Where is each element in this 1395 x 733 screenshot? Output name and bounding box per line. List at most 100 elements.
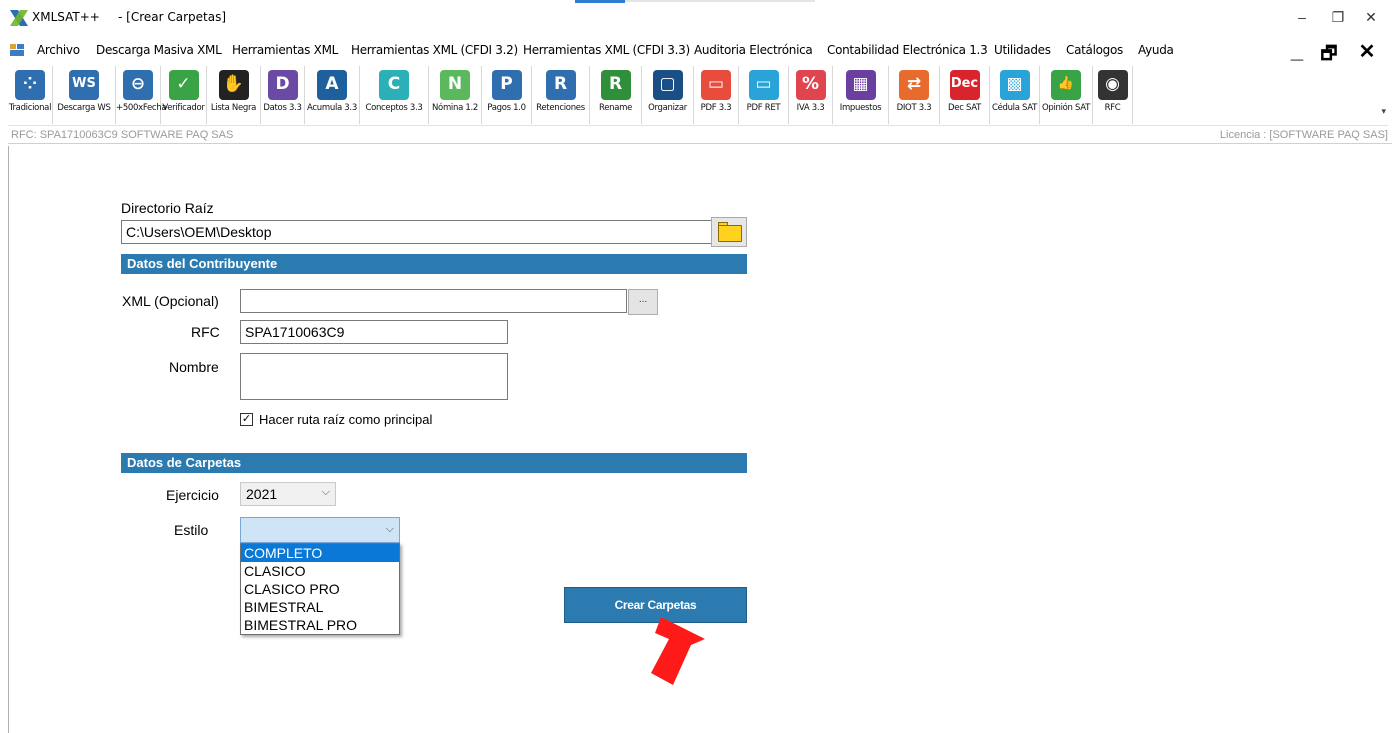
toolbar-overflow-icon[interactable]: ▾ [1381,106,1386,117]
toolbar-button-13[interactable]: ▭ PDF 3.3 [694,66,739,124]
toolbar-button-14[interactable]: ▭ PDF RET [739,66,789,124]
toolbar-button-label: DIOT 3.3 [896,103,932,113]
title-accent-line [625,0,815,2]
pagos-icon: P [491,70,522,100]
toolbar-button-16[interactable]: ▦ Impuestos [833,66,889,124]
hand-icon: ✋ [218,70,249,100]
toolbar-button-17[interactable]: ⇄ DIOT 3.3 [889,66,940,124]
toolbar-button-1[interactable]: WS Descarga WS [53,66,116,124]
menu-auditoria[interactable]: Auditoria Electrónica [694,43,813,57]
toolbar-button-4[interactable]: ✋ Lista Negra [207,66,261,124]
restore-button[interactable]: ❐ [1323,6,1353,28]
toolbar-button-label: Nómina 1.2 [431,103,479,113]
acumula-icon: A [317,70,347,100]
toolbar-button-label: Datos 3.3 [263,103,302,113]
menu-utilidades[interactable]: Utilidades [994,43,1051,57]
grid-icon: ⁘ [15,70,45,100]
title-accent [575,0,625,3]
pdf-icon: ▭ [701,70,731,100]
section-taxpayer: Datos del Contribuyente [121,254,747,274]
crear-carpetas-form: Directorio Raíz C:\Users\OEM\Desktop Dat… [8,146,1392,733]
toolbar-button-5[interactable]: D Datos 3.3 [261,66,305,124]
menu-descarga-masiva[interactable]: Descarga Masiva XML [96,43,222,57]
estilo-option-clasico[interactable]: CLASICO [241,562,399,580]
menu-herramientas-xml[interactable]: Herramientas XML [232,43,338,57]
toolbar-button-label: Impuestos [839,103,882,113]
nombre-input[interactable] [240,353,508,400]
estilo-option-bimestral-pro[interactable]: BIMESTRAL PRO [241,616,399,634]
pdf-ret-icon: ▭ [748,70,779,100]
thumbs-up-icon: 👍 [1051,70,1081,100]
toolbar-button-label: +500xFecha [116,103,167,113]
toolbar-button-7[interactable]: C Conceptos 3.3 [360,66,429,124]
ejercicio-label: Ejercicio [166,487,219,503]
toolbar: ▾ ⁘ Tradicional WS Descarga WS ⊖ +500xFecha ✓ V… [8,66,1388,126]
datos-icon: D [267,70,298,100]
toolbar-button-label: Descarga WS [57,103,111,113]
toolbar-button-label: Acumula 3.3 [307,103,357,113]
toolbar-button-label: Cédula SAT [991,103,1038,113]
menu-bar: Archivo Descarga Masiva XML Herramientas… [0,38,1395,64]
toolbar-button-label: Organizar [648,103,687,113]
handshake-icon: ⇄ [899,70,929,100]
status-license: Licencia : [SOFTWARE PAQ SAS] [1219,129,1388,141]
toolbar-button-2[interactable]: ⊖ +500xFecha [116,66,167,124]
mdi-minimize-button[interactable]: _ [1284,38,1310,64]
root-directory-label: Directorio Raíz [121,200,214,216]
toolbar-button-9[interactable]: P Pagos 1.0 [482,66,532,124]
qr-icon: ▩ [999,70,1030,100]
calculator-icon: ▦ [845,70,876,100]
mdi-close-button[interactable]: ✕ [1354,39,1380,64]
estilo-option-completo[interactable]: COMPLETO [241,544,399,562]
menu-herramientas-cfdi32[interactable]: Herramientas XML (CFDI 3.2) [351,43,518,57]
minimize-button[interactable]: – [1287,6,1317,28]
toolbar-button-label: Verificador [162,103,205,113]
toolbar-button-19[interactable]: ▩ Cédula SAT [990,66,1040,124]
estilo-label: Estilo [174,522,209,538]
app-logo-icon [10,10,28,26]
organizar-icon: ▢ [652,70,683,100]
browse-folder-button[interactable] [711,217,747,247]
close-button[interactable]: ✕ [1356,6,1386,28]
toolbar-button-20[interactable]: 👍 Opinión SAT [1040,66,1093,124]
toolbar-button-0[interactable]: ⁘ Tradicional [8,66,53,124]
ejercicio-select[interactable]: 2021 ⌵ [240,482,336,506]
toolbar-button-3[interactable]: ✓ Verificador [161,66,207,124]
folder-icon [718,225,742,242]
toolbar-button-21[interactable]: ◉ RFC [1093,66,1133,124]
document-title: - [Crear Carpetas] [118,10,227,24]
toolbar-button-15[interactable]: % IVA 3.3 [789,66,833,124]
menu-catalogos[interactable]: Catálogos [1066,43,1123,57]
estilo-select[interactable]: ⌵ [240,517,400,543]
mdi-child-icon[interactable] [10,44,24,56]
xml-input[interactable] [240,289,627,313]
root-principal-checkbox[interactable]: ✓ [240,413,253,426]
toolbar-button-11[interactable]: R Rename [590,66,642,124]
menu-herramientas-cfdi33[interactable]: Herramientas XML (CFDI 3.3) [523,43,690,57]
estilo-option-bimestral[interactable]: BIMESTRAL [241,598,399,616]
nomina-icon: N [440,70,470,100]
red-arrow-annotation-icon [651,617,705,685]
toolbar-button-10[interactable]: R Retenciones [532,66,590,124]
toolbar-button-6[interactable]: A Acumula 3.3 [305,66,360,124]
toolbar-button-label: Pagos 1.0 [487,103,526,113]
toolbar-button-label: Rename [598,103,633,113]
toolbar-button-12[interactable]: ▢ Organizar [642,66,694,124]
xml-label: XML (Opcional) [122,293,219,309]
toolbar-button-label: Retenciones [536,103,585,113]
rfc-input[interactable]: SPA1710063C9 [240,320,508,344]
toolbar-button-8[interactable]: N Nómina 1.2 [429,66,482,124]
estilo-option-clasico-pro[interactable]: CLASICO PRO [241,580,399,598]
check-icon: ✓ [168,70,199,100]
toolbar-button-label: Opinión SAT [1041,103,1091,113]
section-folders: Datos de Carpetas [121,453,747,473]
rename-icon: R [600,70,631,100]
xml-browse-button[interactable]: ... [628,289,658,315]
percent-icon: % [795,70,826,100]
root-directory-input[interactable]: C:\Users\OEM\Desktop [121,220,718,244]
toolbar-button-18[interactable]: Dec Dec SAT [940,66,990,124]
app-name: XMLSAT++ [32,10,100,24]
menu-ayuda[interactable]: Ayuda [1138,43,1174,57]
menu-archivo[interactable]: Archivo [37,43,80,57]
menu-contabilidad[interactable]: Contabilidad Electrónica 1.3 [827,43,988,57]
